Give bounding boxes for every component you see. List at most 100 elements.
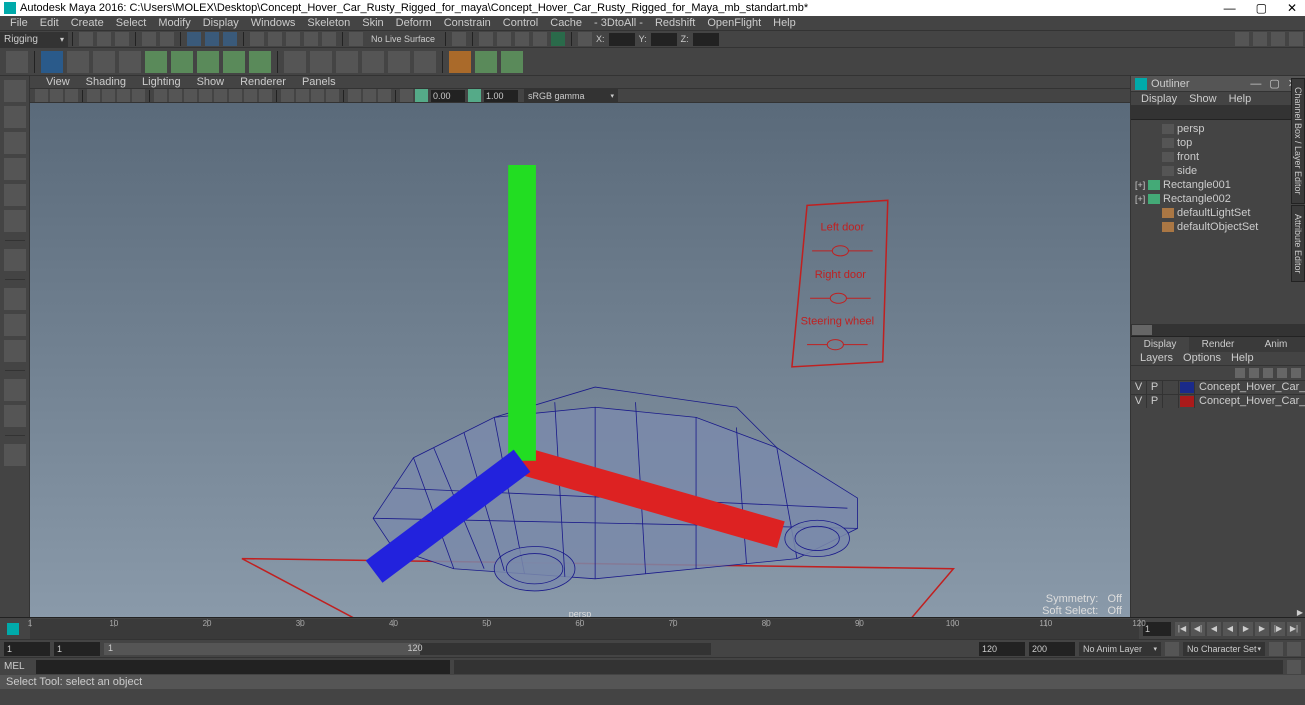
shelf-tool15-icon[interactable]: [414, 51, 436, 73]
range-end-inner-field[interactable]: 120: [979, 642, 1025, 656]
anim-layer-icon[interactable]: [1165, 642, 1179, 656]
play-back-button[interactable]: ◀: [1223, 622, 1237, 636]
menu-openflight[interactable]: OpenFlight: [701, 17, 767, 29]
open-scene-icon[interactable]: [97, 32, 111, 46]
shelf-tool2-icon[interactable]: [67, 51, 89, 73]
panel-menu-renderer[interactable]: Renderer: [232, 76, 294, 88]
outliner-item[interactable]: front: [1131, 150, 1305, 164]
outliner-item[interactable]: [+]Rectangle001: [1131, 178, 1305, 192]
menuset-dropdown[interactable]: Rigging: [0, 32, 68, 47]
layout-two-icon[interactable]: [4, 340, 26, 362]
range-start-outer-field[interactable]: 1: [4, 642, 50, 656]
panel-menu-view[interactable]: View: [38, 76, 78, 88]
menu-redshift[interactable]: Redshift: [649, 17, 701, 29]
layout-outliner-icon[interactable]: [4, 405, 26, 427]
menu-skeleton[interactable]: Skeleton: [301, 17, 356, 29]
layer-playback-toggle[interactable]: P: [1147, 381, 1163, 394]
sidebar-toggle1-icon[interactable]: [1235, 32, 1249, 46]
hypershade-icon[interactable]: [551, 32, 565, 46]
layout-custom-icon[interactable]: [4, 444, 26, 466]
range-end-outer-field[interactable]: 200: [1029, 642, 1075, 656]
menu-skin[interactable]: Skin: [356, 17, 389, 29]
menu-control[interactable]: Control: [497, 17, 544, 29]
outliner-hscrollbar[interactable]: [1131, 324, 1305, 336]
character-set-dropdown[interactable]: No Character Set: [1183, 642, 1265, 656]
panel-menu-panels[interactable]: Panels: [294, 76, 344, 88]
sidebar-toggle3-icon[interactable]: [1271, 32, 1285, 46]
select-mode-icon[interactable]: [187, 32, 201, 46]
rotate-tool-icon[interactable]: [4, 184, 26, 206]
live-surface-icon[interactable]: [349, 32, 363, 46]
layer-icon-3[interactable]: [1263, 368, 1273, 378]
step-forward-button[interactable]: ▶: [1255, 622, 1269, 636]
menu-modify[interactable]: Modify: [152, 17, 196, 29]
go-to-start-button[interactable]: |◀: [1175, 622, 1189, 636]
outliner-item[interactable]: [+]Rectangle002: [1131, 192, 1305, 206]
outliner-menu-show[interactable]: Show: [1183, 93, 1223, 105]
snap-live-icon[interactable]: [322, 32, 336, 46]
construction-history-icon[interactable]: [452, 32, 466, 46]
snap-curve-icon[interactable]: [268, 32, 282, 46]
time-slider[interactable]: 1102030405060708090100110120: [30, 619, 1139, 639]
ipr-icon[interactable]: [497, 32, 511, 46]
menu-constrain[interactable]: Constrain: [438, 17, 497, 29]
sidebar-toggle4-icon[interactable]: [1289, 32, 1303, 46]
menu-help[interactable]: Help: [767, 17, 802, 29]
new-scene-icon[interactable]: [79, 32, 93, 46]
shelf-tool13-icon[interactable]: [362, 51, 384, 73]
menu-display[interactable]: Display: [197, 17, 245, 29]
shelf-tool16-icon[interactable]: [449, 51, 471, 73]
tab-anim[interactable]: Anim: [1247, 337, 1305, 352]
outliner-minimize-button[interactable]: —: [1246, 78, 1265, 90]
range-start-inner-field[interactable]: 1: [54, 642, 100, 656]
close-button[interactable]: ✕: [1283, 1, 1301, 15]
render-icon[interactable]: [479, 32, 493, 46]
go-to-end-button[interactable]: ▶|: [1287, 622, 1301, 636]
move-tool-icon[interactable]: [4, 158, 26, 180]
snap-point-icon[interactable]: [286, 32, 300, 46]
step-back-button[interactable]: ◀: [1207, 622, 1221, 636]
layout-single-icon[interactable]: [4, 288, 26, 310]
outliner-search-input[interactable]: [1131, 106, 1305, 120]
z-field[interactable]: [693, 33, 719, 46]
minimize-button[interactable]: —: [1220, 1, 1240, 15]
menu-3dtoall[interactable]: - 3DtoAll -: [588, 17, 649, 29]
layer-color-swatch[interactable]: [1179, 381, 1195, 394]
command-input[interactable]: [36, 660, 450, 674]
snap-plane-icon[interactable]: [304, 32, 318, 46]
layer-row[interactable]: VPConcept_Hover_Car_Rusty_: [1131, 380, 1305, 394]
layers-menu-help[interactable]: Help: [1226, 352, 1259, 364]
paint-select-icon[interactable]: [223, 32, 237, 46]
shelf-tool3-icon[interactable]: [93, 51, 115, 73]
undo-icon[interactable]: [142, 32, 156, 46]
step-forward-key-button[interactable]: |▶: [1271, 622, 1285, 636]
outliner-tree[interactable]: persptopfrontside[+]Rectangle001[+]Recta…: [1131, 120, 1305, 324]
shelf-tool6-icon[interactable]: [171, 51, 193, 73]
shelf-tool17-icon[interactable]: [475, 51, 497, 73]
select-tool-icon[interactable]: [4, 80, 26, 102]
shelf-tool18-icon[interactable]: [501, 51, 523, 73]
shelf-tool4-icon[interactable]: [119, 51, 141, 73]
shelf-tool9-icon[interactable]: [249, 51, 271, 73]
menu-cache[interactable]: Cache: [544, 17, 588, 29]
side-tab-attribute[interactable]: Attribute Editor: [1291, 205, 1305, 283]
x-field[interactable]: [609, 33, 635, 46]
shelf-tool14-icon[interactable]: [388, 51, 410, 73]
snap-grid-icon[interactable]: [250, 32, 264, 46]
y-field[interactable]: [651, 33, 677, 46]
outliner-item[interactable]: defaultObjectSet: [1131, 220, 1305, 234]
layer-icon-5[interactable]: [1291, 368, 1301, 378]
menu-windows[interactable]: Windows: [245, 17, 302, 29]
layer-icon-1[interactable]: [1235, 368, 1245, 378]
redo-icon[interactable]: [160, 32, 174, 46]
outliner-item[interactable]: top: [1131, 136, 1305, 150]
shelf-tool8-icon[interactable]: [223, 51, 245, 73]
layer-color-swatch[interactable]: [1179, 395, 1195, 408]
autokey-icon[interactable]: [1269, 642, 1283, 656]
maximize-button[interactable]: ▢: [1252, 1, 1271, 15]
last-tool-icon[interactable]: [4, 249, 26, 271]
play-forward-button[interactable]: ▶: [1239, 622, 1253, 636]
layout-four-icon[interactable]: [4, 314, 26, 336]
panel-menu-show[interactable]: Show: [189, 76, 233, 88]
layer-icon-2[interactable]: [1249, 368, 1259, 378]
